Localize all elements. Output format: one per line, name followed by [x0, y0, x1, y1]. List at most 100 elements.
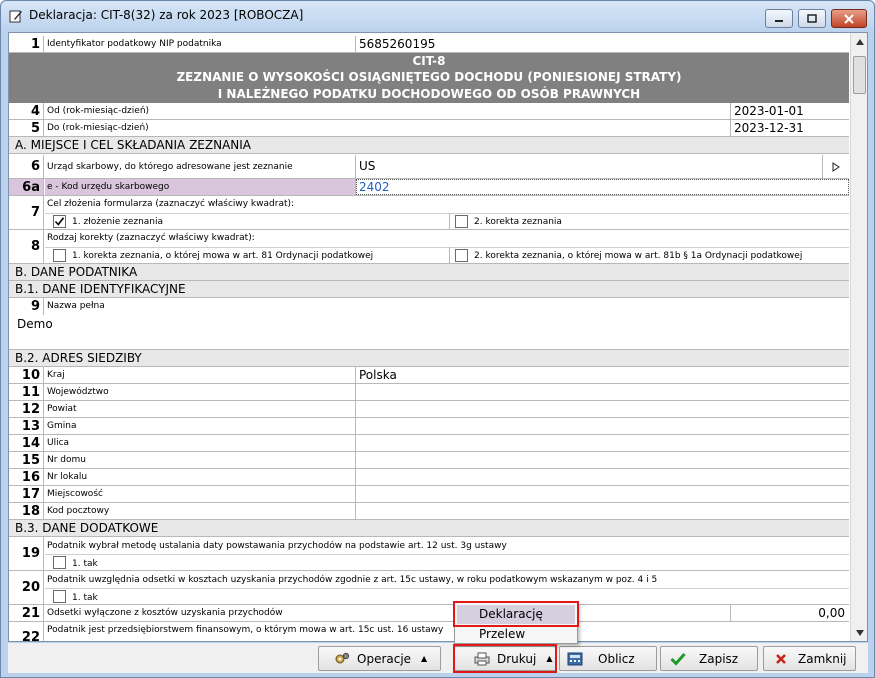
- field-row-17: 17 Miejscowość: [9, 486, 849, 503]
- field-row-14: 14 Ulica: [9, 435, 849, 452]
- title-bar[interactable]: Deklaracja: CIT-8(32) za rok 2023 [ROBOC…: [1, 1, 874, 31]
- excluded-interest-value[interactable]: 0,00: [818, 606, 845, 620]
- field-row-7: 7 Cel złożenia formularza (zaznaczyć wła…: [9, 196, 849, 230]
- field-number: 13: [9, 418, 44, 434]
- field-number: 11: [9, 384, 44, 400]
- street-input[interactable]: [356, 435, 849, 451]
- field-label: Nr domu: [47, 455, 86, 465]
- purpose-option-2-checkbox[interactable]: [455, 215, 468, 228]
- nip-value[interactable]: 5685260195: [359, 37, 435, 51]
- menu-item-transfer[interactable]: Przelew: [457, 625, 575, 644]
- print-button[interactable]: Drukuj ▲: [454, 646, 556, 671]
- field-number: 9: [9, 298, 44, 315]
- interest-costs-yes-label: 1. tak: [72, 593, 98, 603]
- calculate-button[interactable]: Oblicz: [559, 646, 657, 671]
- scroll-down-button[interactable]: [851, 624, 867, 641]
- correction-option-1-label: 1. korekta zeznania, o której mowa w art…: [72, 251, 374, 261]
- purpose-option-2-label: 2. korekta zeznania: [474, 217, 562, 227]
- field-label: Nazwa pełna: [47, 301, 105, 311]
- field-label: Nr lokalu: [47, 472, 88, 482]
- operations-label: Operacje: [357, 651, 412, 666]
- date-method-yes-label: 1. tak: [72, 559, 98, 569]
- calculator-icon: [566, 651, 584, 667]
- field-row-4: 4 Od (rok-miesiąc-dzień) 2023-01-01: [9, 103, 849, 120]
- county-input[interactable]: [356, 401, 849, 417]
- save-button[interactable]: Zapisz: [660, 646, 758, 671]
- close-window-button[interactable]: [831, 9, 867, 28]
- section-b2: B.2. ADRES SIEDZIBY: [9, 350, 849, 367]
- date-method-yes-checkbox[interactable]: [53, 556, 66, 569]
- calculate-label: Oblicz: [598, 651, 635, 666]
- declaration-window: Deklaracja: CIT-8(32) za rok 2023 [ROBOC…: [0, 0, 875, 678]
- field-label: Miejscowość: [47, 489, 103, 499]
- maximize-icon: [807, 13, 817, 23]
- close-button[interactable]: Zamknij: [763, 646, 856, 671]
- field-row-12: 12 Powiat: [9, 401, 849, 418]
- date-to-value[interactable]: 2023-12-31: [734, 121, 804, 135]
- field-label: Podatnik wybrał metodę ustalania daty po…: [47, 541, 507, 551]
- field-number: 16: [9, 469, 44, 485]
- commune-input[interactable]: [356, 418, 849, 434]
- interest-costs-yes-checkbox[interactable]: [53, 590, 66, 603]
- date-from-value[interactable]: 2023-01-01: [734, 104, 804, 118]
- field-label: Podatnik jest przedsiębiorstwem finansow…: [47, 625, 444, 635]
- field-row-5: 5 Do (rok-miesiąc-dzień) 2023-12-31: [9, 120, 849, 137]
- field-number: 14: [9, 435, 44, 451]
- section-b3: B.3. DANE DODATKOWE: [9, 520, 849, 537]
- field-number: 20: [9, 571, 44, 604]
- field-row-11: 11 Województwo: [9, 384, 849, 401]
- house-number-input[interactable]: [356, 452, 849, 468]
- menu-item-declaration[interactable]: Deklarację: [457, 605, 575, 624]
- maximize-button[interactable]: [798, 9, 826, 28]
- caret-up-icon: ▲: [421, 654, 428, 663]
- full-name-field[interactable]: Demo: [9, 314, 849, 350]
- scroll-thumb[interactable]: [853, 56, 866, 94]
- minimize-button[interactable]: [765, 9, 793, 28]
- minimize-icon: [775, 19, 783, 22]
- form-code: CIT-8: [412, 54, 446, 68]
- bottom-toolbar: Operacje ▲ Drukuj ▲ Oblicz Zapisz Zamkni…: [8, 643, 868, 673]
- field-label: Województwo: [47, 387, 109, 397]
- field-number: 17: [9, 486, 44, 502]
- vertical-scrollbar[interactable]: [850, 33, 867, 641]
- field-row-19: 19 Podatnik wybrał metodę ustalania daty…: [9, 537, 849, 571]
- section-b1: B.1. DANE IDENTYFIKACYJNE: [9, 281, 849, 298]
- tax-office-value[interactable]: US: [359, 159, 375, 173]
- field-row-10: 10 Kraj Polska: [9, 367, 849, 384]
- field-row-16: 16 Nr lokalu: [9, 469, 849, 486]
- city-input[interactable]: [356, 486, 849, 502]
- section-b: B. DANE PODATNIKA: [9, 264, 849, 281]
- field-label: Kraj: [47, 370, 65, 380]
- triangle-right-icon: [832, 161, 840, 172]
- scroll-down-icon: [855, 629, 864, 636]
- printer-icon: [473, 651, 491, 667]
- field-number: 15: [9, 452, 44, 468]
- field-number: 19: [9, 537, 44, 570]
- scroll-up-button[interactable]: [851, 33, 867, 50]
- field-label: Kod pocztowy: [47, 506, 110, 516]
- scroll-up-icon: [855, 38, 864, 45]
- purpose-option-1-checkbox[interactable]: [53, 215, 66, 228]
- field-row-20: 20 Podatnik uwzględnia odsetki w kosztac…: [9, 571, 849, 605]
- field-row-13: 13 Gmina: [9, 418, 849, 435]
- correction-option-1-checkbox[interactable]: [53, 249, 66, 262]
- field-label: Urząd skarbowy, do którego adresowane je…: [47, 162, 293, 172]
- full-name-value[interactable]: Demo: [17, 317, 53, 331]
- form-edit-icon: [9, 10, 22, 23]
- apartment-number-input[interactable]: [356, 469, 849, 485]
- field-row-9: 9 Nazwa pełna: [9, 298, 849, 315]
- field-label: Powiat: [47, 404, 77, 414]
- correction-option-2-checkbox[interactable]: [455, 249, 468, 262]
- correction-option-2-label: 2. korekta zeznania, o której mowa w art…: [474, 251, 803, 261]
- field-row-22: 22 Podatnik jest przedsiębiorstwem finan…: [9, 622, 849, 641]
- field-number: 6a: [9, 179, 44, 195]
- field-number: 4: [9, 103, 44, 119]
- form-area: 1 Identyfikator podatkowy NIP podatnika …: [8, 32, 868, 642]
- operations-button[interactable]: Operacje ▲: [318, 646, 441, 671]
- field-label: Identyfikator podatkowy NIP podatnika: [47, 39, 222, 49]
- field-number: 18: [9, 503, 44, 519]
- postal-code-input[interactable]: [356, 503, 849, 519]
- country-value[interactable]: Polska: [359, 368, 397, 382]
- voivodeship-input[interactable]: [356, 384, 849, 400]
- tax-office-picker-button[interactable]: [823, 155, 849, 178]
